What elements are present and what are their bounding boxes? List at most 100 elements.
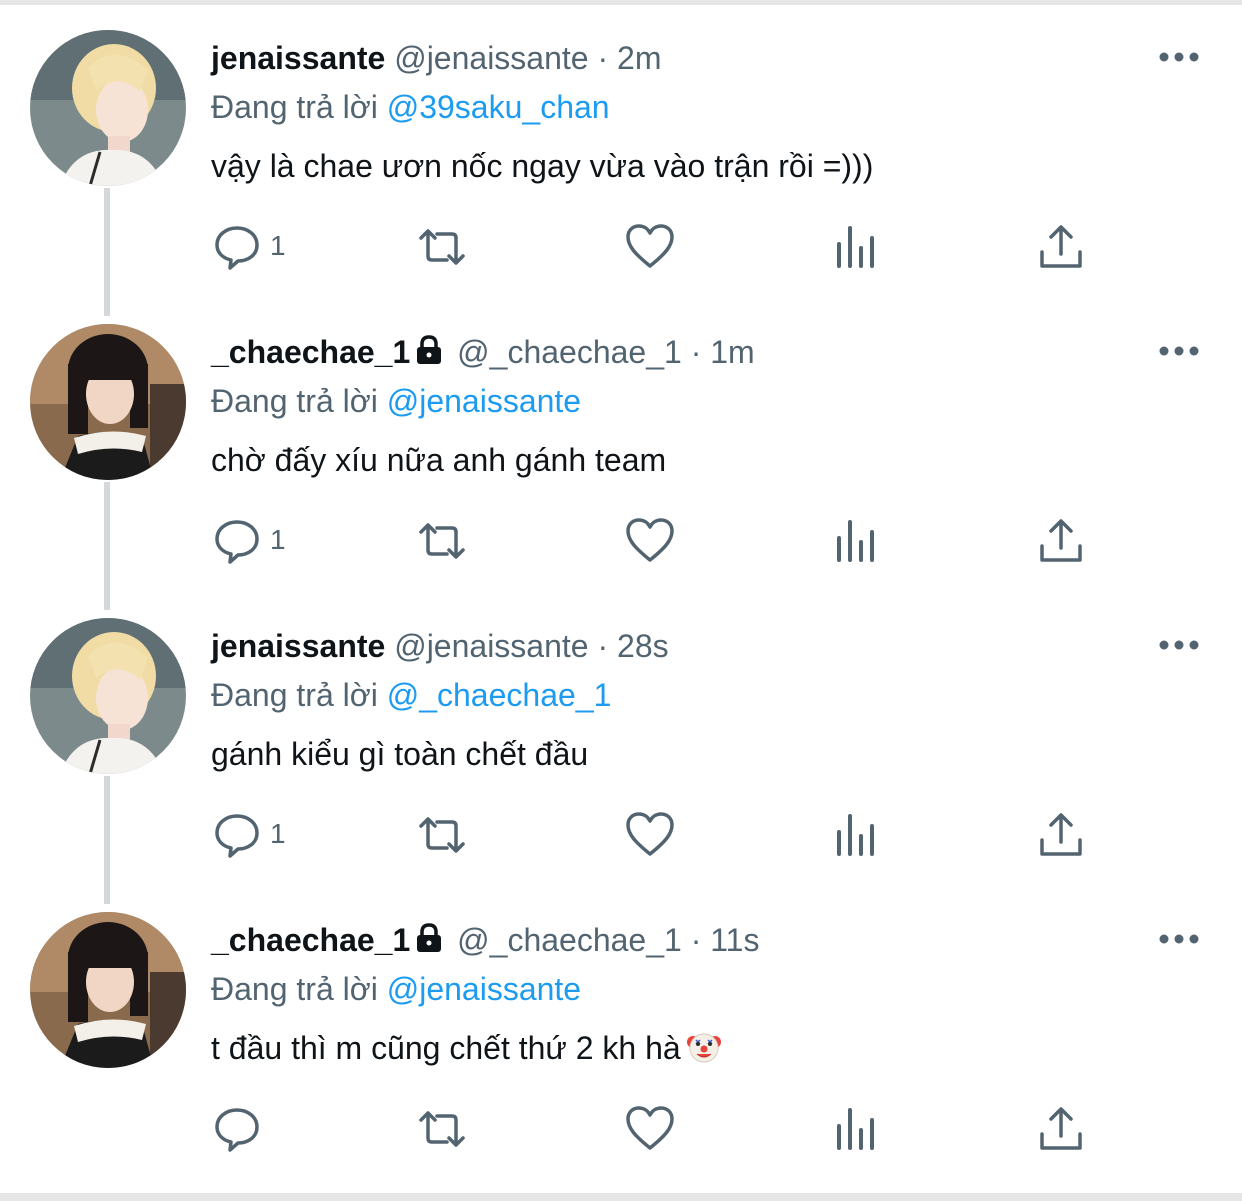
more-options-icon[interactable] [1158,924,1200,954]
retweet-icon [419,1111,465,1147]
handle[interactable]: @jenaissante [394,40,588,76]
display-name[interactable]: jenaissante [211,628,385,664]
share-button[interactable] [1036,222,1086,276]
replying-to-label: Đang trả lời [211,971,378,1007]
tweet-text: gánh kiểu gì toàn chết đầu [211,736,589,772]
reply-count: 1 [270,524,286,555]
tweet-text: vậy là chae ươn nốc ngay vừa vào trận rồ… [211,148,874,184]
separator-dot: · [597,628,609,664]
clown-face-icon [686,1033,721,1063]
retweet-button[interactable] [417,1104,467,1158]
share-icon [1040,813,1082,856]
display-name[interactable]: _chaechae_1 [211,922,410,958]
share-icon [1040,225,1082,268]
replying-to: Đang trả lời @jenaissante [211,379,581,423]
views-button[interactable] [832,1104,882,1158]
dark-hair-avatar-image [30,912,186,1068]
heart-icon [626,224,674,268]
tweet-text: chờ đấy xíu nữa anh gánh team [211,442,667,478]
action-bar: 1 [0,810,1242,864]
tweet-text-content: t đầu thì m cũng chết thứ 2 kh hà [211,1030,681,1066]
avatar[interactable] [30,324,186,480]
more-options-icon[interactable] [1158,42,1200,72]
retweet-button[interactable] [417,810,467,864]
more-options-icon[interactable] [1158,336,1200,366]
bottom-divider [0,1193,1242,1201]
replying-to: Đang trả lời @_chaechae_1 [211,673,611,717]
display-name[interactable]: jenaissante [211,40,385,76]
share-button[interactable] [1036,810,1086,864]
avatar[interactable] [30,30,186,186]
replying-to-label: Đang trả lời [211,383,378,419]
replying-to: Đang trả lời @39saku_chan [211,85,610,129]
views-button[interactable] [832,222,882,276]
timestamp[interactable]: 11s [710,922,759,958]
replying-to-label: Đang trả lời [211,89,378,125]
heart-icon [626,812,674,856]
dark-hair-avatar-image [30,324,186,480]
avatar[interactable] [30,618,186,774]
tweet-text: t đầu thì m cũng chết thứ 2 kh hà [211,1026,721,1070]
action-bar: 1 [0,516,1242,570]
handle[interactable]: @_chaechae_1 [457,334,682,370]
separator-dot: · [690,334,702,370]
heart-icon [626,1106,674,1150]
share-icon [1040,519,1082,562]
bar-chart-icon [837,814,874,856]
tweet[interactable]: jenaissante @jenaissante · 2m Đang trả l… [0,0,1242,294]
reply-icon [215,1108,259,1152]
retweet-button[interactable] [417,516,467,570]
tweet[interactable]: _chaechae_1 @_chaechae_1 · 11s Đang trả … [0,882,1242,1176]
reply-mention-link[interactable]: @39saku_chan [387,89,610,125]
reply-mention-link[interactable]: @jenaissante [387,383,581,419]
reply-button[interactable]: 1 [212,222,286,276]
tweet[interactable]: jenaissante @jenaissante · 28s Đang trả … [0,588,1242,882]
like-button[interactable] [625,222,675,276]
reply-icon [215,520,259,564]
lock-icon [417,923,442,952]
tweet[interactable]: _chaechae_1 @_chaechae_1 · 1m Đang trả l… [0,294,1242,588]
action-bar: 1 [0,222,1242,276]
views-button[interactable] [832,516,882,570]
timestamp[interactable]: 28s [617,628,669,664]
action-bar [0,1104,1242,1158]
retweet-icon [419,817,465,853]
avatar[interactable] [30,912,186,1068]
blonde-avatar-image [30,30,186,186]
share-icon [1040,1107,1082,1150]
share-button[interactable] [1036,516,1086,570]
views-button[interactable] [832,810,882,864]
retweet-icon [419,229,465,265]
reply-count: 1 [270,818,286,849]
replying-to: Đang trả lời @jenaissante [211,967,581,1011]
reply-icon [215,814,259,858]
bar-chart-icon [837,1108,874,1150]
reply-mention-link[interactable]: @_chaechae_1 [387,677,612,713]
reply-button[interactable]: 1 [212,810,286,864]
like-button[interactable] [625,810,675,864]
share-button[interactable] [1036,1104,1086,1158]
bar-chart-icon [837,226,874,268]
like-button[interactable] [625,516,675,570]
retweet-button[interactable] [417,222,467,276]
timestamp[interactable]: 2m [617,40,661,76]
retweet-icon [419,523,465,559]
handle[interactable]: @_chaechae_1 [457,922,682,958]
separator-dot: · [690,922,702,958]
reply-button[interactable] [212,1104,262,1158]
separator-dot: · [597,40,609,76]
reply-mention-link[interactable]: @jenaissante [387,971,581,1007]
handle[interactable]: @jenaissante [394,628,588,664]
blonde-avatar-image [30,618,186,774]
timestamp[interactable]: 1m [710,334,754,370]
reply-count: 1 [270,230,286,261]
display-name[interactable]: _chaechae_1 [211,334,410,370]
bar-chart-icon [837,520,874,562]
heart-icon [626,518,674,562]
like-button[interactable] [625,1104,675,1158]
more-options-icon[interactable] [1158,630,1200,660]
lock-icon [417,335,442,364]
reply-icon [215,226,259,270]
reply-button[interactable]: 1 [212,516,286,570]
replying-to-label: Đang trả lời [211,677,378,713]
